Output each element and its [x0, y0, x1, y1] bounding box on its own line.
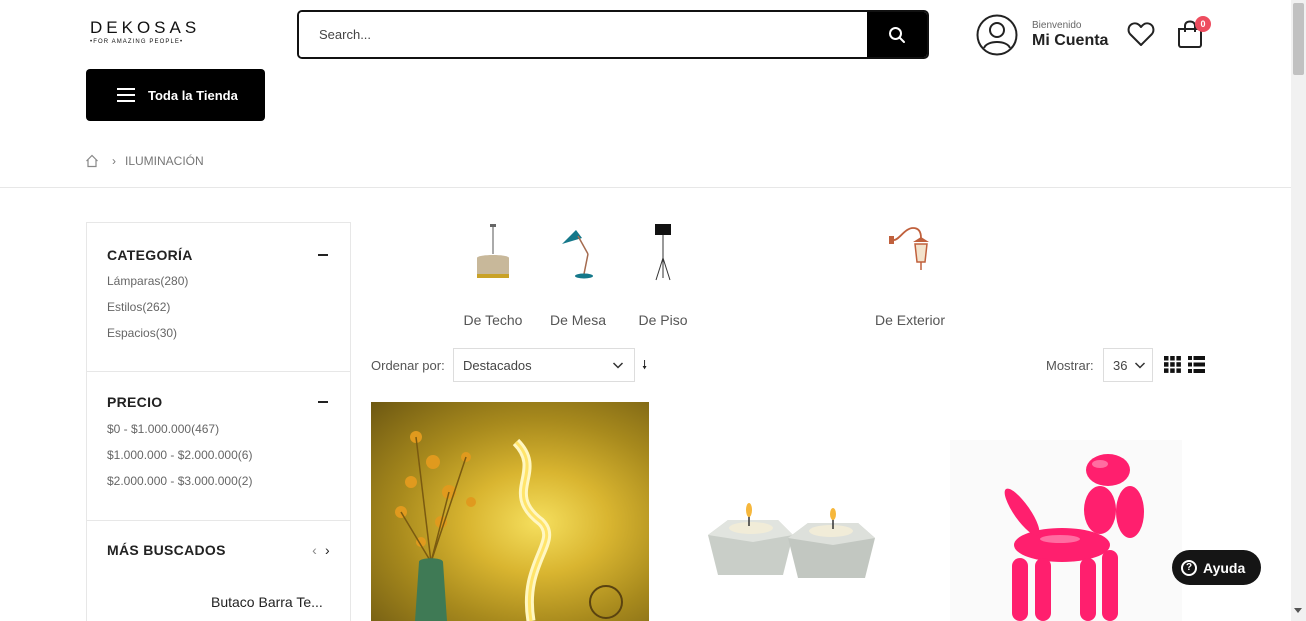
- category-title[interactable]: CATEGORÍA: [107, 247, 330, 263]
- question-icon: ?: [1181, 559, 1197, 576]
- table-lamp-icon: [562, 230, 593, 279]
- most-searched-item[interactable]: Butaco Barra Te...: [107, 594, 330, 610]
- category-item[interactable]: Espacios(30): [107, 320, 330, 346]
- price-item[interactable]: $1.000.000 - $2.000.000(6): [107, 442, 330, 468]
- scrollbar[interactable]: [1291, 0, 1306, 621]
- menu-icon: [117, 88, 135, 102]
- breadcrumb-current: ILUMINACIÓN: [125, 154, 204, 168]
- product-photo: [395, 431, 623, 621]
- category-floor[interactable]: De Piso: [636, 222, 690, 328]
- search-input[interactable]: [299, 12, 867, 57]
- floor-lamp-icon: [655, 224, 671, 281]
- collapse-icon[interactable]: [318, 401, 328, 403]
- logo-tagline: •FOR AMAZING PEOPLE•: [90, 39, 184, 45]
- logo[interactable]: DEKOSAS •FOR AMAZING PEOPLE•: [90, 18, 206, 46]
- product-image-lamp[interactable]: [371, 402, 649, 621]
- search-bar: [297, 10, 929, 59]
- chevron-right-icon[interactable]: ›: [325, 542, 330, 558]
- price-widget: PRECIO $0 - $1.000.000(467) $1.000.000 -…: [87, 372, 350, 521]
- price-title[interactable]: PRECIO: [107, 394, 330, 410]
- product-image-candles[interactable]: [683, 470, 903, 600]
- product-photo: [708, 503, 875, 578]
- ceiling-lamp-icon: [477, 224, 509, 278]
- divider: [0, 187, 1291, 188]
- category-table-label: De Mesa: [549, 312, 607, 328]
- wall-lamp-icon: [889, 227, 929, 270]
- category-widget: CATEGORÍA Lámparas(280) Estilos(262) Esp…: [87, 223, 350, 372]
- cart-count-badge: 0: [1195, 16, 1211, 32]
- logo-text: DEKOSAS: [90, 18, 201, 37]
- scrollbar-thumb[interactable]: [1293, 3, 1304, 75]
- price-title-text: PRECIO: [107, 394, 163, 410]
- sort-direction-icon[interactable]: 🠗: [642, 356, 647, 377]
- category-exterior[interactable]: De Exterior: [870, 222, 950, 328]
- most-searched-title: MÁS BUSCADOS ‹ ›: [107, 542, 330, 558]
- show-label: Mostrar:: [1046, 358, 1094, 373]
- sort-label: Ordenar por:: [371, 358, 445, 373]
- most-searched-title-text: MÁS BUSCADOS: [107, 542, 226, 558]
- chevron-down-icon: [1134, 362, 1146, 369]
- price-item[interactable]: $2.000.000 - $3.000.000(2): [107, 468, 330, 494]
- all-store-label: Toda la Tienda: [148, 87, 238, 103]
- home-icon[interactable]: [85, 154, 99, 168]
- heart-icon[interactable]: [1127, 21, 1155, 47]
- category-table[interactable]: De Mesa: [548, 222, 608, 328]
- category-title-text: CATEGORÍA: [107, 247, 193, 263]
- scroll-down-arrow[interactable]: [1294, 608, 1302, 613]
- collapse-icon[interactable]: [318, 254, 328, 256]
- category-item[interactable]: Estilos(262): [107, 294, 330, 320]
- most-searched-widget: MÁS BUSCADOS ‹ › Butaco Barra Te...: [87, 521, 350, 610]
- show-count-value: 36: [1113, 357, 1128, 373]
- chevron-left-icon[interactable]: ‹: [312, 542, 317, 558]
- category-item[interactable]: Lámparas(280): [107, 268, 330, 294]
- user-icon: [976, 14, 1018, 56]
- account-name: Mi Cuenta: [1032, 32, 1109, 49]
- account-link[interactable]: Bienvenido Mi Cuenta: [976, 14, 1108, 56]
- sort-select[interactable]: Destacados: [453, 348, 635, 382]
- category-exterior-label: De Exterior: [874, 312, 946, 328]
- chevron-down-icon: [612, 362, 624, 369]
- category-ceiling-label: De Techo: [463, 312, 523, 328]
- help-label: Ayuda: [1203, 559, 1246, 576]
- list-view-icon[interactable]: [1188, 356, 1205, 373]
- breadcrumb: › ILUMINACIÓN: [85, 154, 204, 168]
- account-welcome: Bienvenido: [1032, 20, 1082, 31]
- chevron-right-icon: ›: [112, 154, 116, 168]
- category-floor-label: De Piso: [638, 312, 688, 328]
- sort-value: Destacados: [463, 357, 532, 373]
- search-icon: [889, 26, 905, 43]
- category-ceiling[interactable]: De Techo: [462, 222, 524, 328]
- search-button[interactable]: [867, 12, 927, 57]
- show-count-select[interactable]: 36: [1103, 348, 1153, 382]
- all-store-button[interactable]: Toda la Tienda: [86, 69, 265, 121]
- product-photo: [1004, 454, 1144, 621]
- price-item[interactable]: $0 - $1.000.000(467): [107, 416, 330, 442]
- help-button[interactable]: ? Ayuda: [1172, 550, 1261, 585]
- filter-sidebar: CATEGORÍA Lámparas(280) Estilos(262) Esp…: [86, 222, 351, 621]
- grid-view-icon[interactable]: [1164, 356, 1181, 373]
- product-image-balloon-dog[interactable]: [950, 440, 1182, 621]
